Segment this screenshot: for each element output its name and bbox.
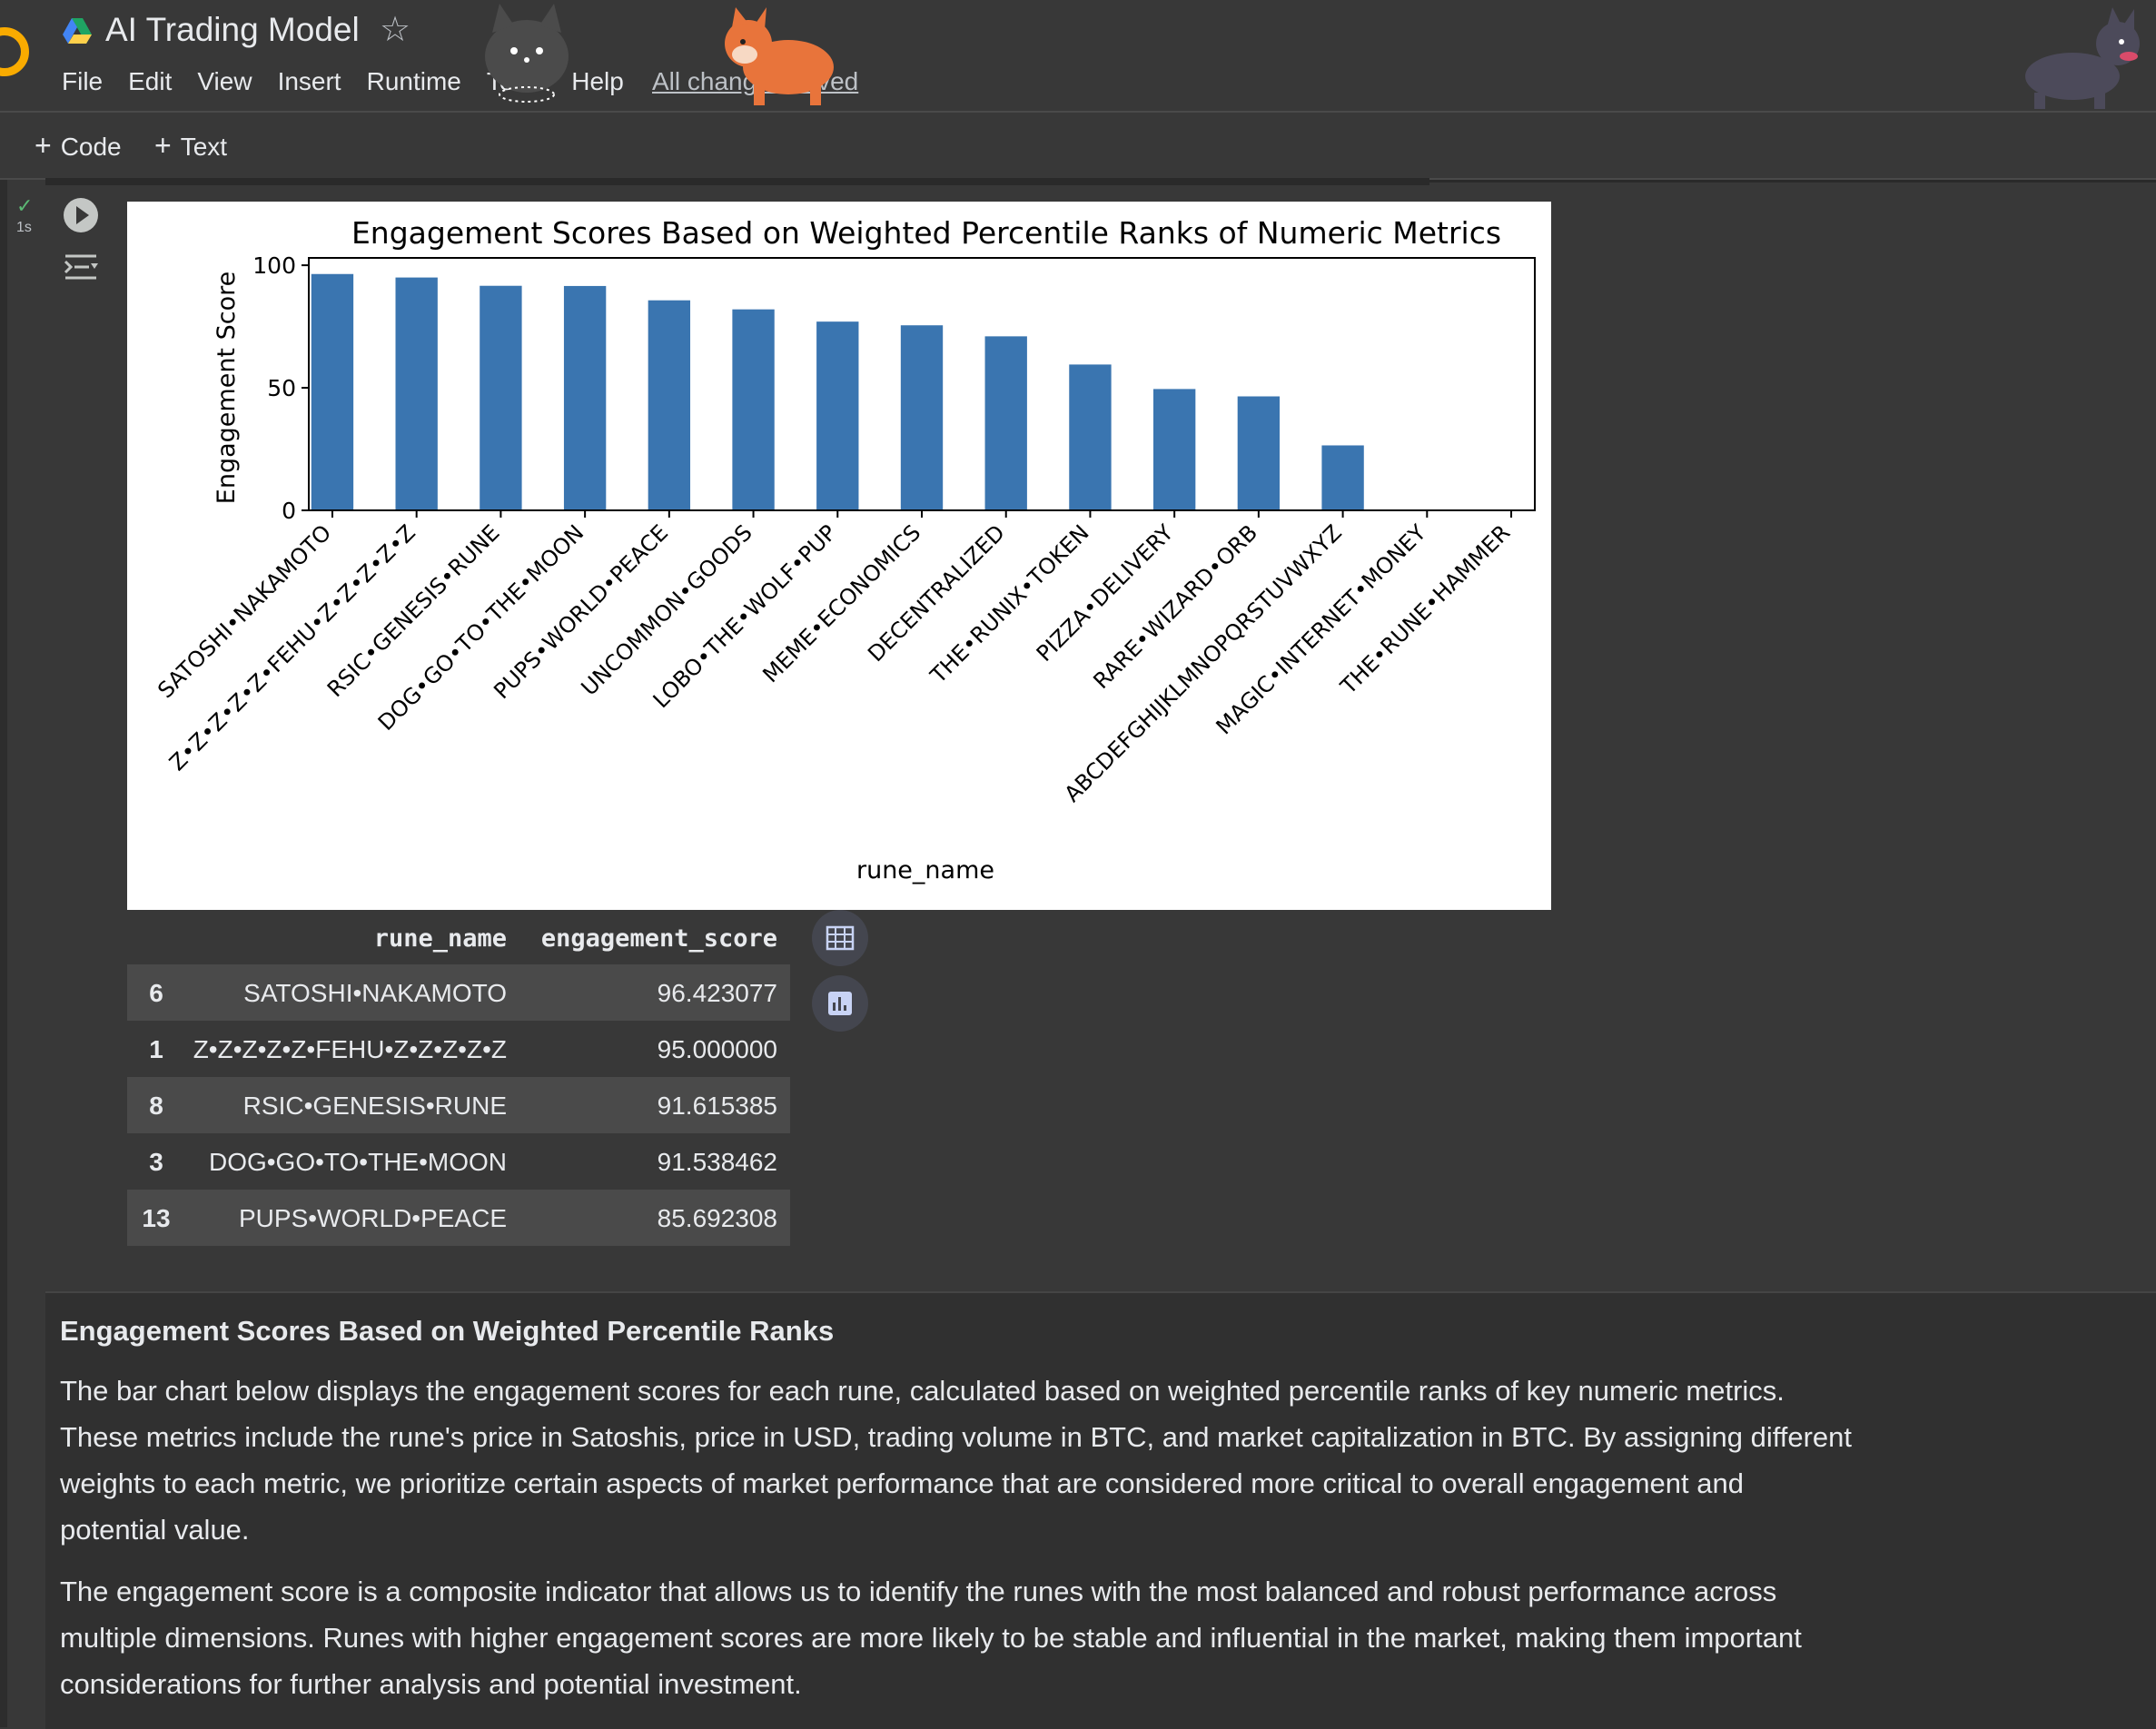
- x-tick-label: THE•RUNIX•TOKEN: [925, 519, 1093, 688]
- menu-view[interactable]: View: [197, 67, 252, 96]
- row-index: 8: [149, 1092, 163, 1120]
- chart-bar: [480, 285, 522, 510]
- execution-time: 1s: [16, 220, 32, 235]
- chart-bar: [900, 325, 944, 510]
- table-row: 6 SATOSHI•NAKAMOTO 96.423077: [127, 964, 790, 1021]
- chart-bar: [984, 336, 1027, 510]
- table-view-button[interactable]: [812, 910, 868, 966]
- chart-bar: [563, 285, 607, 510]
- column-header-rune-name: rune_name: [373, 924, 507, 953]
- notebook-title[interactable]: AI Trading Model: [105, 11, 360, 49]
- text-cell-paragraph-2-line-2: multiple dimensions. Runes with higher e…: [60, 1622, 1802, 1654]
- chart-xlabel: rune_name: [856, 856, 994, 884]
- chart-bar: [1321, 445, 1364, 510]
- corgi-mascot-icon: [725, 7, 834, 105]
- table-row: 3 DOG•GO•TO•THE•MOON 91.538462: [127, 1133, 790, 1190]
- row-index: 1: [149, 1035, 163, 1063]
- dog-mascot-icon: [2025, 7, 2140, 109]
- dataframe-table: rune_name engagement_score 6 SATOSHI•NAK…: [127, 912, 790, 1246]
- x-tick-label: RARE•WIZARD•ORB: [1088, 519, 1262, 694]
- text-cell[interactable]: Engagement Scores Based on Weighted Perc…: [45, 1291, 2156, 1729]
- text-cell-paragraph-1-line-4: potential value.: [60, 1514, 250, 1546]
- x-tick-label: SATOSHI•NAKAMOTO: [153, 519, 336, 703]
- google-drive-icon: [63, 18, 92, 44]
- chart-bar: [1237, 396, 1281, 510]
- execution-status-icon: ✓: [16, 194, 34, 217]
- add-text-button[interactable]: + Text: [154, 129, 227, 163]
- score-cell: 91.538462: [657, 1148, 777, 1176]
- menu-file[interactable]: File: [62, 67, 103, 96]
- row-index: 3: [149, 1148, 163, 1176]
- score-cell: 85.692308: [657, 1204, 777, 1232]
- output-options-icon[interactable]: [62, 251, 100, 283]
- text-cell-heading: Engagement Scores Based on Weighted Perc…: [60, 1315, 835, 1347]
- rune-name-cell: DOG•GO•TO•THE•MOON: [208, 1148, 507, 1176]
- text-cell-paragraph-2-line-3: considerations for further analysis and …: [60, 1668, 802, 1700]
- score-cell: 91.615385: [657, 1092, 777, 1120]
- chart-bar: [1152, 389, 1196, 510]
- cell-divider-right: [1429, 180, 2156, 183]
- plus-icon: +: [35, 129, 52, 162]
- chart-ylabel: Engagement Score: [213, 272, 241, 504]
- chart-bar: [648, 300, 691, 510]
- table-header: rune_name engagement_score: [127, 912, 790, 964]
- app-header: AI Trading Model ☆ File Edit View Insert…: [0, 0, 2156, 113]
- cat-mascot-icon: [485, 4, 569, 103]
- left-gutter: [0, 180, 7, 1727]
- bar-chart-icon: [828, 992, 852, 1015]
- y-tick-label: 50: [267, 375, 296, 401]
- text-cell-paragraph-1-line-2: These metrics include the rune's price i…: [60, 1421, 1853, 1453]
- table-row: 8 RSIC•GENESIS•RUNE 91.615385: [127, 1077, 790, 1133]
- chart-bar: [395, 277, 438, 510]
- table-row: 13 PUPS•WORLD•PEACE 85.692308: [127, 1190, 790, 1246]
- suggest-chart-button[interactable]: [812, 975, 868, 1032]
- add-code-label: Code: [60, 133, 122, 161]
- text-cell-paragraph-1-line-1: The bar chart below displays the engagem…: [60, 1375, 1785, 1407]
- row-index: 13: [142, 1204, 171, 1232]
- colab-logo[interactable]: [0, 27, 29, 76]
- chart-title: Engagement Scores Based on Weighted Perc…: [351, 215, 1501, 251]
- x-tick-label: MEME•ECONOMICS: [757, 519, 925, 687]
- rune-name-cell: Z•Z•Z•Z•Z•FEHU•Z•Z•Z•Z•Z: [193, 1035, 507, 1063]
- rune-name-cell: RSIC•GENESIS•RUNE: [242, 1092, 507, 1120]
- rune-name-cell: SATOSHI•NAKAMOTO: [243, 979, 507, 1007]
- rune-name-cell: PUPS•WORLD•PEACE: [239, 1204, 507, 1232]
- add-text-label: Text: [180, 133, 228, 161]
- menu-runtime[interactable]: Runtime: [367, 67, 461, 96]
- chart-bar: [816, 321, 859, 510]
- bar-chart: Engagement Scores Based on Weighted Perc…: [153, 215, 1536, 884]
- y-tick-label: 100: [252, 252, 296, 279]
- table-icon: [826, 925, 855, 951]
- plus-icon: +: [154, 129, 172, 162]
- add-code-button[interactable]: + Code: [35, 129, 122, 163]
- x-tick-label: PUPS•WORLD•PEACE: [489, 519, 673, 704]
- run-cell-button[interactable]: [64, 198, 98, 232]
- column-header-engagement-score: engagement_score: [540, 924, 777, 953]
- text-cell-paragraph-2-line-1: The engagement score is a composite indi…: [60, 1576, 1777, 1607]
- chart-output: Engagement Scores Based on Weighted Perc…: [127, 202, 1551, 910]
- text-cell-paragraph-1-line-3: weights to each metric, we prioritize ce…: [60, 1467, 1744, 1499]
- x-tick-label: THE•RUNE•HAMMER: [1335, 519, 1515, 699]
- y-tick-label: 0: [282, 498, 296, 524]
- menu-insert[interactable]: Insert: [278, 67, 341, 96]
- x-tick-label: RSIC•GENESIS•RUNE: [322, 519, 505, 702]
- chart-bar: [1069, 364, 1112, 510]
- table-row: 1 Z•Z•Z•Z•Z•FEHU•Z•Z•Z•Z•Z 95.000000: [127, 1021, 790, 1077]
- cell-divider: [45, 178, 1429, 185]
- score-cell: 95.000000: [657, 1035, 777, 1063]
- x-tick-label: UNCOMMON•GOODS: [577, 519, 757, 700]
- notebook-toolbar: + Code + Text: [0, 113, 2156, 180]
- chart-bar: [732, 309, 775, 510]
- menu-edit[interactable]: Edit: [128, 67, 172, 96]
- row-index: 6: [149, 979, 163, 1007]
- chart-bar: [311, 273, 354, 510]
- star-icon[interactable]: ☆: [380, 9, 410, 50]
- score-cell: 96.423077: [657, 979, 777, 1007]
